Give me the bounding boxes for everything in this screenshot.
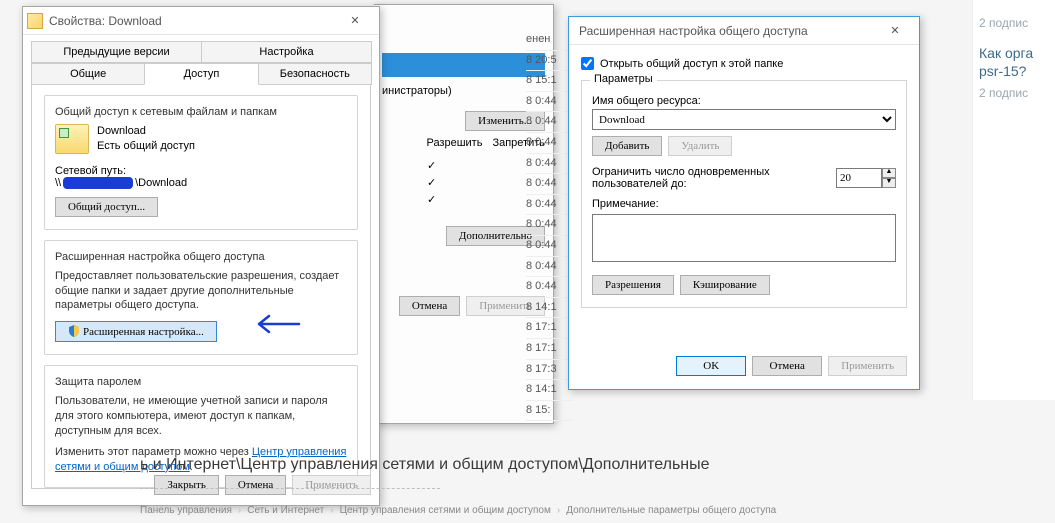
breadcrumb[interactable]: Панель управления › Сеть и Интернет › Центр …: [140, 505, 776, 516]
subscriber-count: 2 подпис: [979, 86, 1049, 100]
close-icon[interactable]: ✕: [875, 20, 915, 42]
timestamp-cell: 8 20:5: [526, 51, 572, 72]
netpath-label: Сетевой путь:: [55, 165, 347, 177]
tab-general[interactable]: Общие: [31, 63, 145, 85]
titlebar[interactable]: Расширенная настройка общего доступа ✕: [569, 17, 919, 45]
shared-folder-icon: [55, 124, 89, 154]
breadcrumb-item[interactable]: Центр управления сетями и общим доступом: [340, 505, 551, 516]
timestamp-cell: 8 17:3: [526, 360, 572, 381]
ok-button[interactable]: OK: [676, 356, 746, 376]
shield-icon: [68, 325, 80, 337]
share-checkbox[interactable]: [581, 57, 594, 70]
timestamp-cell: 8 17:1: [526, 318, 572, 339]
timestamp-cell: 8 0:44: [526, 277, 572, 298]
timestamp-cell: 8 0:44: [526, 92, 572, 113]
chevron-right-icon: ›: [557, 505, 560, 516]
tab-prev-versions[interactable]: Предыдущие версии: [31, 41, 202, 63]
timestamp-cell: 8 14:1: [526, 298, 572, 319]
timestamp-cell: 8 0:44: [526, 215, 572, 236]
netpath-value: \\\Download: [55, 177, 347, 189]
network-share-group: Общий доступ к сетевым файлам и папкам D…: [44, 95, 358, 230]
tab-security[interactable]: Безопасность: [258, 63, 372, 85]
subscriber-count: 2 подпис: [979, 16, 1049, 30]
timestamp-cell: 8 0:44: [526, 174, 572, 195]
timestamp-cell: 8 15:: [526, 401, 572, 422]
titlebar[interactable]: Свойства: Download ✕: [23, 7, 379, 35]
comment-textarea[interactable]: [592, 214, 896, 262]
address-path: ь и Интернет\Центр управления сетями и о…: [140, 456, 710, 474]
timestamp-cell: 8 17:1: [526, 339, 572, 360]
advanced-sharing-button[interactable]: Расширенная настройка...: [55, 321, 217, 342]
dialog-buttons: Закрыть Отмена Применить: [154, 475, 371, 495]
permissions-button[interactable]: Разрешения: [592, 275, 674, 295]
allow-header: Разрешить: [426, 137, 482, 149]
chevron-right-icon: ›: [330, 505, 333, 516]
sharename-select[interactable]: Download: [592, 109, 896, 130]
close-button[interactable]: Закрыть: [154, 475, 218, 495]
advanced-share-group: Расширенная настройка общего доступа Пре…: [44, 240, 358, 356]
timestamp-cell: 8 15:1: [526, 71, 572, 92]
apply-button[interactable]: Применить: [292, 475, 371, 495]
tab-content: Общий доступ к сетевым файлам и папкам D…: [31, 84, 371, 489]
comment-label: Примечание:: [592, 198, 896, 210]
tab-row-1: Предыдущие версии Настройка: [23, 35, 379, 63]
share-checkbox-label: Открыть общий доступ к этой папке: [600, 58, 783, 70]
share-folder-name: Download: [97, 124, 195, 139]
limit-label: Ограничить число одновременных пользоват…: [592, 166, 792, 190]
timestamp-cell: 8 0:44: [526, 112, 572, 133]
timestamp-cell: 8 0:44: [526, 236, 572, 257]
question-link[interactable]: Как орга psr-15?: [979, 44, 1049, 80]
admins-text: инистраторы): [382, 85, 545, 97]
timestamp-cell: 8 0:44: [526, 133, 572, 154]
apply-button[interactable]: Применить: [828, 356, 907, 376]
sidebar-fragment: 2 подпис Как орга psr-15? 2 подпис: [972, 0, 1055, 400]
timestamp-cell: 8 14:1: [526, 380, 572, 401]
timestamp-cell: 8 0:44: [526, 195, 572, 216]
spin-up-icon[interactable]: ▲: [882, 168, 896, 178]
group-title: Параметры: [590, 73, 657, 85]
dialog-buttons: OK Отмена Применить: [581, 356, 907, 376]
advanced-sharing-window: Расширенная настройка общего доступа ✕ О…: [568, 16, 920, 390]
delete-share-button[interactable]: Удалить: [668, 136, 732, 156]
selected-row-highlight: [382, 53, 545, 77]
share-status: Есть общий доступ: [97, 139, 195, 154]
caching-button[interactable]: Кэширование: [680, 275, 770, 295]
group-title: Общий доступ к сетевым файлам и папкам: [55, 106, 347, 118]
spin-down-icon[interactable]: ▼: [882, 178, 896, 188]
perm-cancel-button[interactable]: Отмена: [399, 296, 460, 316]
window-title: Расширенная настройка общего доступа: [573, 24, 875, 38]
share-checkbox-row[interactable]: Открыть общий доступ к этой папке: [581, 57, 907, 70]
tab-sharing[interactable]: Доступ: [144, 63, 258, 85]
close-icon[interactable]: ✕: [335, 10, 375, 32]
breadcrumb-item[interactable]: Панель управления: [140, 505, 232, 516]
cancel-button[interactable]: Отмена: [752, 356, 822, 376]
folder-icon: [27, 13, 43, 29]
timestamp-cell: енен: [526, 30, 572, 51]
timestamp-cell: 8 0:44: [526, 257, 572, 278]
share-button[interactable]: Общий доступ...: [55, 197, 158, 217]
group-title: Расширенная настройка общего доступа: [55, 251, 347, 263]
divider: [140, 488, 440, 489]
window-title: Свойства: Download: [49, 14, 335, 28]
cancel-button[interactable]: Отмена: [225, 475, 286, 495]
chevron-right-icon: ›: [238, 505, 241, 516]
sharename-label: Имя общего ресурса:: [592, 95, 896, 107]
parameters-group: Параметры Имя общего ресурса: Download Д…: [581, 80, 907, 308]
redacted-hostname: [63, 177, 133, 189]
pwd-desc: Пользователи, не имеющие учетной записи …: [55, 394, 347, 439]
timestamp-cell: 8 0:44: [526, 154, 572, 175]
breadcrumb-item[interactable]: Сеть и Интернет: [247, 505, 324, 516]
advanced-desc: Предоставляет пользовательские разрешени…: [55, 269, 347, 314]
tab-row-2: Общие Доступ Безопасность: [23, 63, 379, 85]
user-limit-input[interactable]: [836, 168, 882, 188]
properties-window: Свойства: Download ✕ Предыдущие версии Н…: [22, 6, 380, 506]
group-title: Защита паролем: [55, 376, 347, 388]
add-share-button[interactable]: Добавить: [592, 136, 662, 156]
breadcrumb-item[interactable]: Дополнительные параметры общего доступа: [566, 505, 776, 516]
timestamp-column: енен8 20:58 15:18 0:448 0:448 0:448 0:44…: [526, 30, 572, 421]
tab-customize[interactable]: Настройка: [201, 41, 372, 63]
